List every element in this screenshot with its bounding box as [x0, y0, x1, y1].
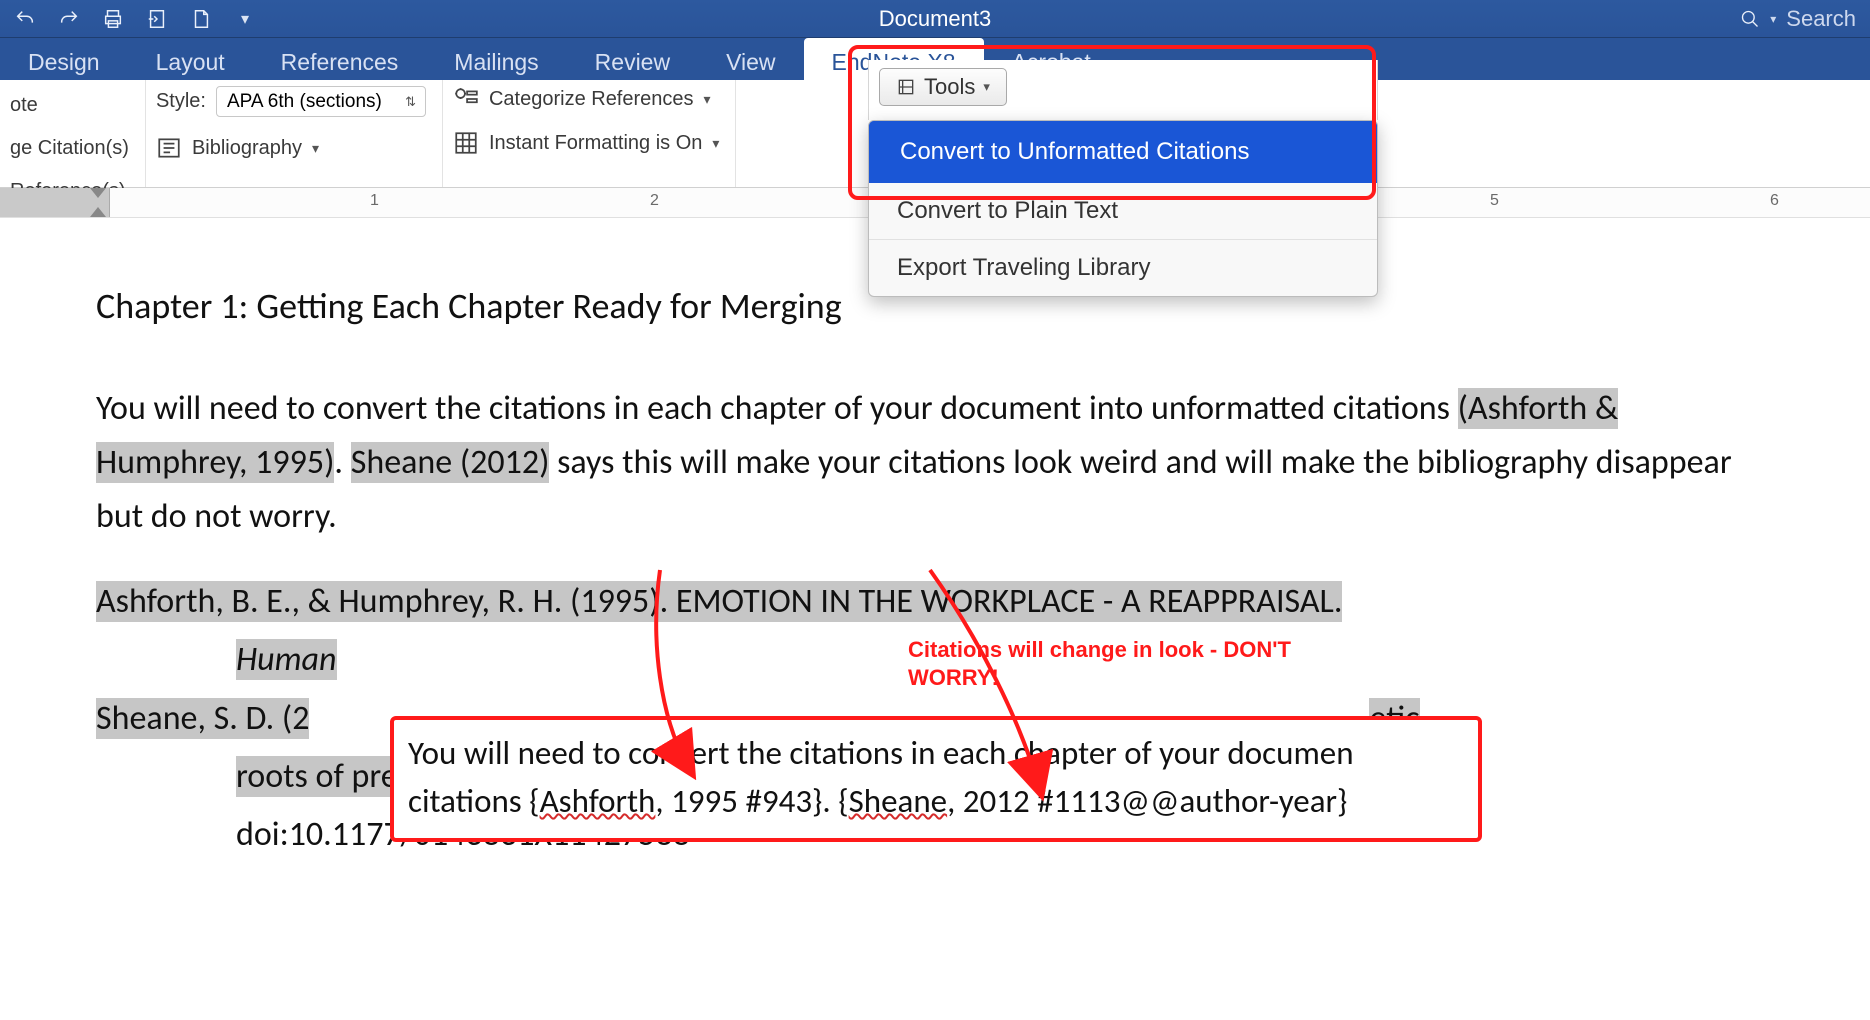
new-doc-icon[interactable]	[190, 8, 212, 30]
ribbon-group-citations: ote ge Citation(s) Reference(s)	[0, 80, 146, 187]
qat-overflow-icon[interactable]: ▾	[234, 8, 256, 30]
undo-icon[interactable]	[14, 8, 36, 30]
document-title: Document3	[879, 6, 992, 32]
quick-access-toolbar: ▾	[0, 8, 256, 30]
annotation-unformatted-box: You will need to convert the citations i…	[390, 716, 1482, 842]
page-icon[interactable]	[146, 8, 168, 30]
categorize-references-button[interactable]: Categorize References ▾	[453, 86, 719, 112]
tools-icon	[896, 77, 916, 97]
menu-convert-unformatted[interactable]: Convert to Unformatted Citations	[869, 121, 1377, 183]
menu-convert-plain-text[interactable]: Convert to Plain Text	[869, 183, 1377, 240]
body-paragraph: You will need to convert the citations i…	[96, 382, 1774, 545]
ruler-tick-1: 1	[370, 192, 379, 210]
ruler-tick-2: 2	[650, 192, 659, 210]
unfmt-ashforth: Ashforth	[540, 781, 656, 821]
tab-references[interactable]: References	[253, 38, 427, 80]
unfmt-sheane: Sheane	[849, 781, 947, 821]
style-label: Style:	[156, 90, 206, 113]
instant-formatting-button[interactable]: Instant Formatting is On ▾	[453, 130, 719, 156]
grid-icon	[453, 130, 479, 156]
ruler-indent-marker-bottom[interactable]	[90, 207, 106, 217]
ribbon-group-style: Style: APA 6th (sections) ⇅ Bibliography…	[146, 80, 443, 187]
citation-sheane[interactable]: Sheane (2012)	[351, 442, 550, 483]
style-dropdown[interactable]: APA 6th (sections)	[216, 86, 426, 117]
ribbon-fragment-ote[interactable]: ote	[10, 94, 129, 117]
ruler-indent-marker-top[interactable]	[90, 188, 106, 198]
ruler-tick-5: 5	[1490, 192, 1499, 210]
tab-mailings[interactable]: Mailings	[426, 38, 566, 80]
ribbon-group-categorize: Categorize References ▾ Instant Formatti…	[443, 80, 736, 187]
search-box[interactable]: ▾ Search	[1740, 6, 1856, 32]
tab-layout[interactable]: Layout	[128, 38, 253, 80]
bibliography-icon	[156, 135, 182, 161]
chevron-down-icon: ▾	[704, 91, 711, 108]
tab-review[interactable]: Review	[567, 38, 698, 80]
search-icon	[1740, 9, 1760, 29]
ribbon-fragment-citations[interactable]: ge Citation(s)	[10, 137, 129, 160]
chevron-down-icon: ▾	[712, 135, 719, 152]
ruler-tick-6: 6	[1770, 192, 1779, 210]
unfmt-line2: citations {Ashforth, 1995 #943}. {Sheane…	[408, 778, 1464, 826]
bib-entry-1: Ashforth, B. E., & Humphrey, R. H. (1995…	[96, 575, 1774, 629]
menu-export-traveling-library[interactable]: Export Traveling Library	[869, 240, 1377, 296]
tools-menu: Convert to Unformatted Citations Convert…	[868, 120, 1378, 297]
print-icon[interactable]	[102, 8, 124, 30]
bibliography-button[interactable]: Bibliography ▾	[156, 135, 426, 161]
gear-list-icon	[453, 86, 479, 112]
chevron-down-icon: ▾	[983, 79, 990, 95]
redo-icon[interactable]	[58, 8, 80, 30]
annotation-red-text: Citations will change in look - DON'T WO…	[908, 636, 1291, 691]
tools-button[interactable]: Tools ▾	[879, 68, 1007, 106]
chevron-down-icon: ▾	[312, 140, 319, 157]
tab-view[interactable]: View	[698, 38, 803, 80]
title-bar: ▾ Document3 ▾ Search	[0, 0, 1870, 38]
unfmt-line1: You will need to convert the citations i…	[408, 730, 1464, 778]
search-placeholder: Search	[1786, 6, 1856, 32]
tab-design[interactable]: Design	[0, 38, 128, 80]
tools-dropdown-wrap: Tools ▾ Convert to Unformatted Citations…	[868, 60, 1378, 297]
